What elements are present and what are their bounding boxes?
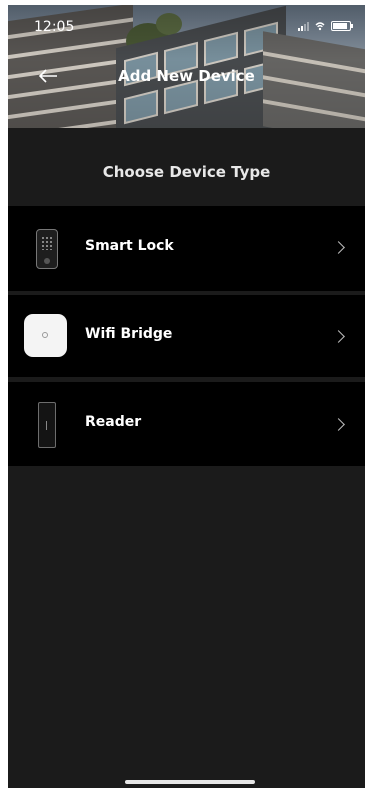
status-time: 12:05 <box>34 19 75 35</box>
device-row-reader[interactable]: Reader <box>8 382 365 466</box>
status-icons <box>298 21 353 31</box>
app-screen: 12:05 Add New Device Choose Device Type … <box>8 5 365 788</box>
reader-icon <box>38 402 56 448</box>
header-image: 12:05 Add New Device <box>8 5 365 128</box>
smart-lock-icon <box>36 229 58 269</box>
device-label: Reader <box>85 414 142 430</box>
device-row-smart-lock[interactable]: Smart Lock <box>8 206 365 291</box>
wifi-icon <box>315 22 325 31</box>
page-title: Add New Device <box>118 67 255 85</box>
chevron-right-icon <box>332 418 345 431</box>
cellular-signal-icon <box>298 21 309 31</box>
section-title: Choose Device Type <box>102 163 271 181</box>
device-label: Smart Lock <box>85 238 174 254</box>
device-label: Wifi Bridge <box>85 326 173 342</box>
wifi-bridge-icon <box>24 314 67 357</box>
device-row-wifi-bridge[interactable]: Wifi Bridge <box>8 295 365 377</box>
battery-icon <box>331 21 353 31</box>
chevron-right-icon <box>332 241 345 254</box>
home-indicator[interactable] <box>125 780 255 784</box>
chevron-right-icon <box>332 330 345 343</box>
